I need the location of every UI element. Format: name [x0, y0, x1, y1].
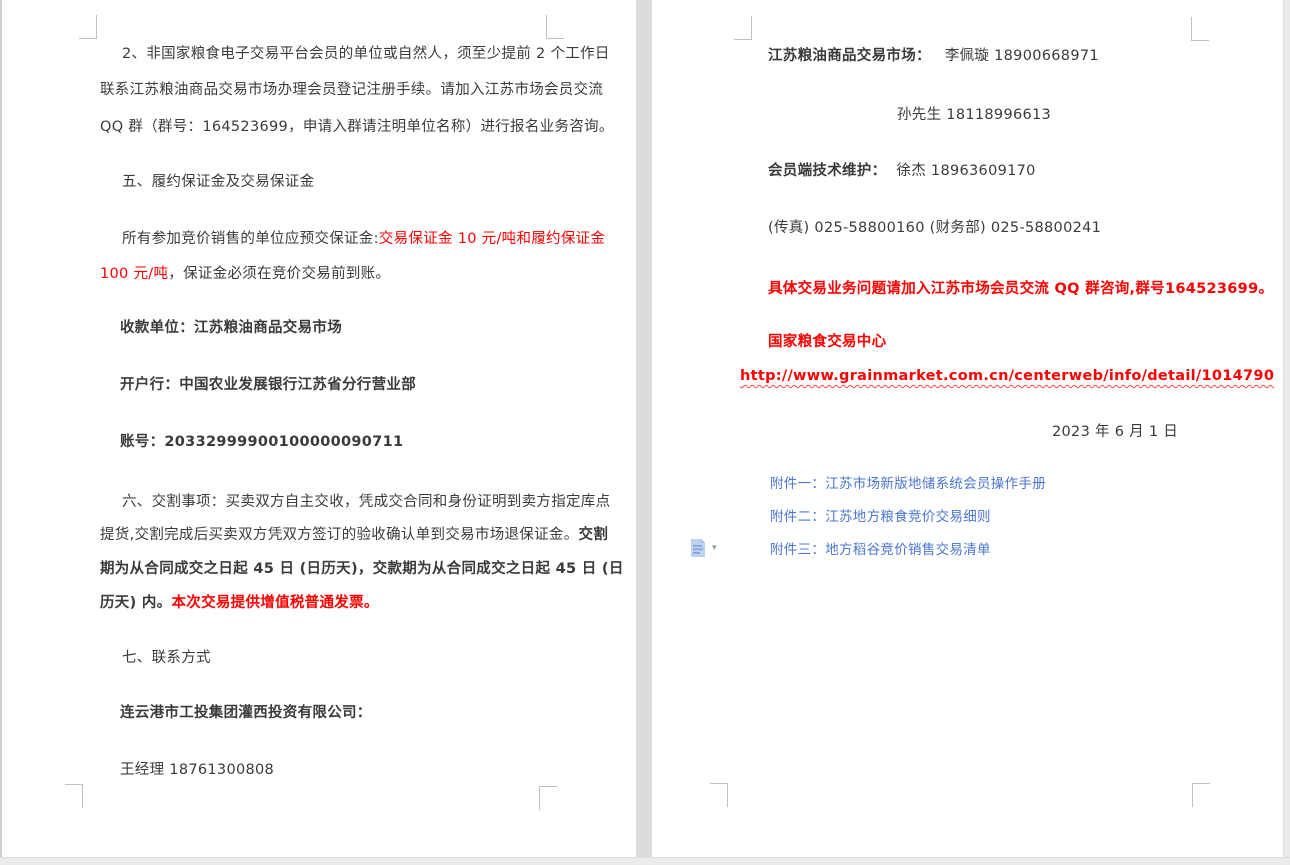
tech-support-line: 会员端技术维护：徐杰 18963609170 — [768, 163, 1036, 180]
grain-center-name: 国家粮食交易中心 — [768, 334, 886, 351]
text-boundary-mark-top-right — [1191, 17, 1209, 41]
section7-heading: 七、联系方式 — [122, 650, 211, 667]
text-boundary-mark-bottom-left — [710, 783, 728, 807]
attachment-link-3[interactable]: 附件三：地方稻谷竞价销售交易清单 — [770, 542, 991, 559]
account-line: 账号：20332999900100000090711 — [120, 434, 403, 451]
bank-line: 开户行：中国农业发展银行江苏省分行营业部 — [120, 377, 416, 394]
text-boundary-mark-bottom-left — [65, 784, 83, 808]
section6-delivery-line1: 六、交割事项：买卖双方自主交收，凭成交合同和身份证明到卖方指定库点 — [122, 494, 610, 511]
company-name-line: 连云港市工投集团灌西投资有限公司： — [120, 705, 372, 722]
paragraph-member-registration-line2: 联系江苏粮油商品交易市场办理会员登记注册手续。请加入江苏市场会员交流 — [100, 82, 603, 99]
text-boundary-mark-bottom-right — [539, 786, 557, 810]
market-contact-line2: 孙先生 18118996613 — [897, 107, 1051, 124]
paragraph-member-registration-line3: QQ 群（群号：164523699，申请入群请注明单位名称）进行报名业务咨询。 — [100, 119, 614, 136]
section6-delivery-line3: 期为从合同成交之日起 45 日 (日历天)，交款期为从合同成交之日起 45 日 … — [100, 561, 624, 578]
grainmarket-url-line: http://www.grainmarket.com.cn/centerweb/… — [740, 368, 1274, 385]
deposit-paragraph-line2: 100 元/吨，保证金必须在竞价交易前到账。 — [100, 266, 390, 283]
text-boundary-mark-top-right — [546, 15, 564, 39]
qq-group-notice: 具体交易业务问题请加入江苏市场会员交流 QQ 群咨询,群号164523699。 — [768, 281, 1273, 298]
document-page-1: 2、非国家粮食电子交易平台会员的单位或自然人，须至少提前 2 个工作日 联系江苏… — [2, 0, 636, 857]
text-boundary-mark-bottom-right — [1192, 783, 1210, 807]
attachment-link-1[interactable]: 附件一：江苏市场新版地储系统会员操作手册 — [770, 476, 1046, 493]
document-page-2: 江苏粮油商品交易市场：李佩璇 18900668971 孙先生 181189966… — [652, 0, 1283, 857]
section5-heading: 五、履约保证金及交易保证金 — [122, 174, 314, 191]
dropdown-arrow-icon: ▾ — [712, 542, 717, 554]
embedded-object-button[interactable]: ▾ — [690, 539, 728, 559]
manager-contact-line: 王经理 18761300808 — [120, 762, 274, 779]
horizontal-scrollbar[interactable] — [0, 857, 1290, 865]
paragraph-member-registration-line1: 2、非国家粮食电子交易平台会员的单位或自然人，须至少提前 2 个工作日 — [122, 46, 610, 63]
document-date: 2023 年 6 月 1 日 — [1052, 424, 1178, 441]
document-icon — [690, 539, 706, 558]
text-boundary-mark-top-left — [79, 15, 97, 39]
payee-line: 收款单位：江苏粮油商品交易市场 — [120, 320, 342, 337]
section6-delivery-line2: 提货,交割完成后买卖双方凭双方签订的验收确认单到交易市场退保证金。交割 — [100, 527, 608, 544]
grainmarket-hyperlink[interactable]: http://www.grainmarket.com.cn/centerweb/… — [740, 368, 1274, 384]
fax-finance-line: (传真) 025-58800160 (财务部) 025-58800241 — [768, 220, 1101, 237]
deposit-paragraph-line1: 所有参加竞价销售的单位应预交保证金:交易保证金 10 元/吨和履约保证金 — [122, 231, 605, 248]
deposit-red-text2: 100 元/吨 — [100, 266, 168, 282]
invoice-red-notice: 本次交易提供增值税普通发票。 — [171, 595, 378, 611]
word-document-view: 2、非国家粮食电子交易平台会员的单位或自然人，须至少提前 2 个工作日 联系江苏… — [0, 0, 1290, 865]
section6-delivery-line4: 历天) 内。本次交易提供增值税普通发票。 — [100, 595, 379, 612]
text-boundary-mark-top-left — [734, 16, 752, 40]
market-contact-line1: 江苏粮油商品交易市场：李佩璇 18900668971 — [768, 48, 1099, 65]
attachment-link-2[interactable]: 附件二：江苏地方粮食竞价交易细则 — [770, 509, 991, 526]
vertical-scrollbar[interactable] — [1283, 0, 1290, 865]
page-gap — [636, 0, 652, 857]
deposit-red-text: 交易保证金 10 元/吨和履约保证金 — [379, 231, 605, 247]
